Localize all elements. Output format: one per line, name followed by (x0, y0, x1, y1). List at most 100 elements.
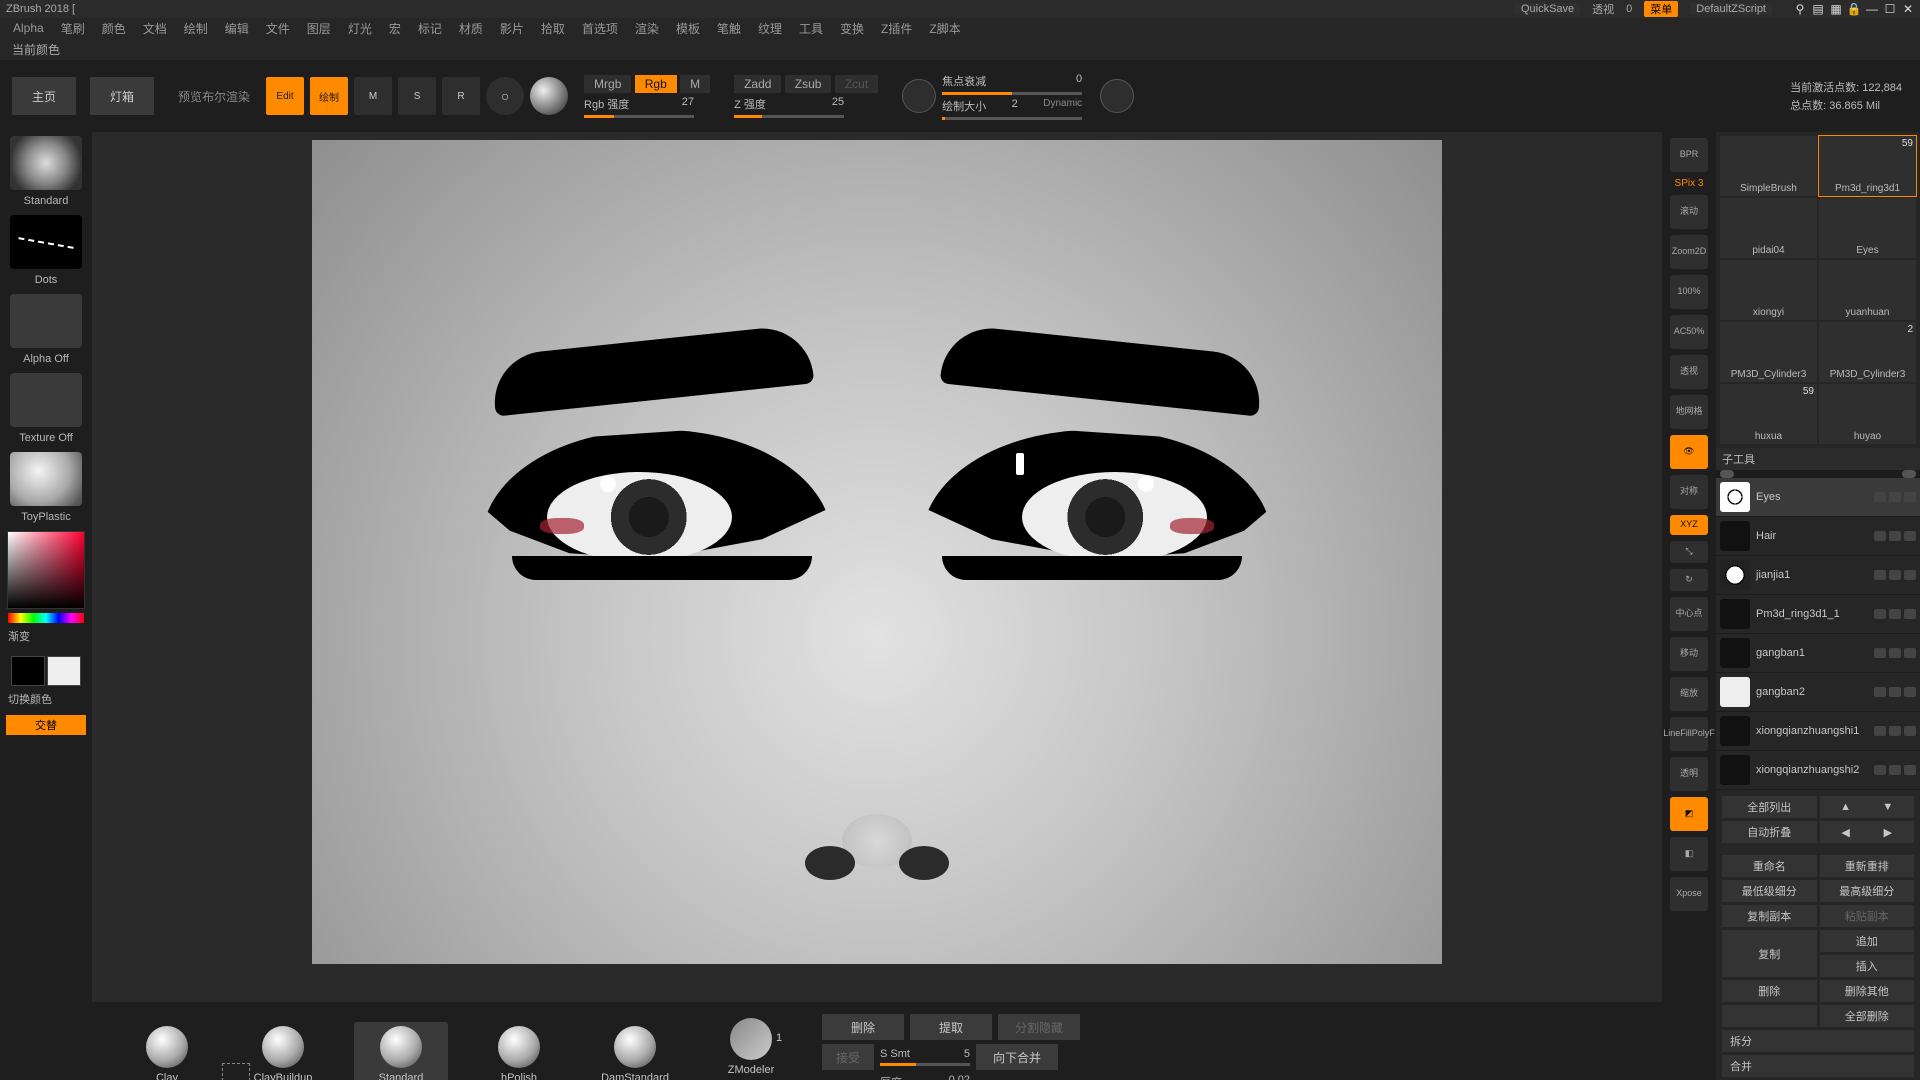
eye-all-icon[interactable] (1720, 470, 1734, 478)
menu-marker[interactable]: 标记 (411, 19, 449, 38)
delete-subtool-button[interactable]: 删除 (1722, 980, 1817, 1002)
subtool-xqzs2[interactable]: xiongqianzhuangshi2 (1716, 751, 1920, 790)
delete-button[interactable]: 删除 (822, 1014, 904, 1040)
brush-clay[interactable]: Clay (122, 1026, 212, 1080)
subtool-header[interactable]: 子工具 (1716, 448, 1920, 470)
dynamesh-button[interactable] (530, 77, 568, 115)
thickness-slider[interactable]: 厚度0.02 (880, 1074, 970, 1080)
rail-xpose[interactable]: Xpose (1670, 877, 1708, 911)
zsub-button[interactable]: Zsub (785, 75, 832, 93)
mrgb-button[interactable]: Mrgb (584, 75, 631, 93)
zadd-button[interactable]: Zadd (734, 75, 781, 93)
duplicate-button[interactable]: 复制副本 (1722, 905, 1817, 927)
menu-tool[interactable]: 工具 (792, 19, 830, 38)
rotate-gizmo-button[interactable]: R (442, 77, 480, 115)
rail-zoom2d[interactable]: Zoom2D (1670, 235, 1708, 269)
menu-zscript[interactable]: Z脚本 (922, 19, 967, 38)
brush-hpolish[interactable]: hPolish (474, 1026, 564, 1080)
rail-scale[interactable]: 缩放 (1670, 677, 1708, 711)
pin-icon[interactable]: ⚲ (1794, 3, 1806, 15)
quicksave-button[interactable]: QuickSave (1515, 3, 1580, 15)
rail-transp[interactable]: 透明 (1670, 757, 1708, 791)
subtool-ring3d1[interactable]: Pm3d_ring3d1_1 (1716, 595, 1920, 634)
menu-stencil[interactable]: 模板 (669, 19, 707, 38)
menu-material[interactable]: 材质 (452, 19, 490, 38)
stroke-thumbnail[interactable] (10, 215, 82, 269)
menu-light[interactable]: 灯光 (341, 19, 379, 38)
subtool-xqzs1[interactable]: xiongqianzhuangshi1 (1716, 712, 1920, 751)
tool-pidai04[interactable]: pidai04 (1720, 198, 1817, 258)
alternate-button[interactable]: 交替 (6, 715, 86, 735)
ssmt-slider[interactable]: S Smt5 (880, 1048, 970, 1066)
menu-draw[interactable]: 绘制 (177, 19, 215, 38)
draw-size-slider[interactable]: 绘制大小2Dynamic (942, 98, 1082, 120)
menu-macro[interactable]: 宏 (382, 19, 408, 38)
brush-zmodeler[interactable]: ZModeler1 (706, 1018, 796, 1080)
brush-damstandard[interactable]: DamStandard (590, 1026, 680, 1080)
all-high-button[interactable]: 最高级细分 (1820, 880, 1915, 902)
brush-standard[interactable]: Standard (354, 1022, 448, 1080)
rail-symmetry[interactable]: 对称 (1670, 475, 1708, 509)
tool-pm3d-ring3d1[interactable]: 59Pm3d_ring3d1 (1819, 136, 1916, 196)
move-updown-1[interactable]: ▲▼ (1820, 796, 1915, 818)
rail-xyz[interactable]: XYZ (1670, 515, 1708, 535)
split-hidden-button[interactable]: 分割隐藏 (998, 1014, 1080, 1040)
tool-huxua[interactable]: 59huxua (1720, 384, 1817, 444)
rail-polyf[interactable]: LineFillPolyF (1670, 717, 1708, 751)
reorder-button[interactable]: 重新重排 (1820, 855, 1915, 877)
tool-cyl3a[interactable]: PM3D_Cylinder3 (1720, 322, 1817, 382)
sculptris-button[interactable]: ○ (486, 77, 524, 115)
rail-actual[interactable]: 100% (1670, 275, 1708, 309)
z-intensity-slider[interactable]: Z 强度25 (734, 96, 844, 118)
tool-cyl3b[interactable]: 2PM3D_Cylinder3 (1819, 322, 1916, 382)
list-all-button[interactable]: 全部列出 (1722, 796, 1817, 818)
layout2-icon[interactable]: ▦ (1830, 3, 1842, 15)
menu-render[interactable]: 渲染 (628, 19, 666, 38)
edit-mode-button[interactable]: Edit (266, 77, 304, 115)
lock-icon[interactable]: 🔒 (1848, 3, 1860, 15)
delete-other-button[interactable]: 删除其他 (1820, 980, 1915, 1002)
all-low-button[interactable]: 最低级细分 (1722, 880, 1817, 902)
primary-color[interactable] (47, 656, 81, 686)
tool-eyes[interactable]: Eyes (1819, 198, 1916, 258)
minimize-icon[interactable]: — (1866, 3, 1878, 15)
material-thumbnail[interactable] (10, 452, 82, 506)
insert-button[interactable]: 插入 (1820, 955, 1915, 977)
copy-button[interactable]: 复制 (1722, 930, 1817, 977)
menu-movie[interactable]: 影片 (493, 19, 531, 38)
rail-frame[interactable]: 中心点 (1670, 597, 1708, 631)
extract-button[interactable]: 提取 (910, 1014, 992, 1040)
menu-layer[interactable]: 图层 (300, 19, 338, 38)
default-zscript[interactable]: DefaultZScript (1690, 3, 1772, 15)
tab-home[interactable]: 主页 (12, 77, 76, 115)
rail-scroll[interactable]: 滚动 (1670, 195, 1708, 229)
brush-thumbnail[interactable] (10, 136, 82, 190)
move-leftright[interactable]: ◀▶ (1820, 821, 1915, 843)
close-icon[interactable]: ✕ (1902, 3, 1914, 15)
rename-button[interactable]: 重命名 (1722, 855, 1817, 877)
select-rect[interactable]: SelectRect (212, 1063, 260, 1080)
menu-file[interactable]: 文件 (259, 19, 297, 38)
hue-slider[interactable] (8, 613, 84, 623)
texture-thumbnail[interactable] (10, 373, 82, 427)
menu-brush[interactable]: 笔刷 (54, 19, 92, 38)
m-button[interactable]: M (680, 75, 710, 93)
menu-document[interactable]: 文档 (136, 19, 174, 38)
rail-unknown2[interactable]: ↻ (1670, 569, 1708, 591)
merge-section[interactable]: 合并 (1722, 1055, 1914, 1077)
rail-localsym[interactable]: 👁 (1670, 435, 1708, 469)
alpha-thumbnail[interactable] (10, 294, 82, 348)
delete-all-button[interactable]: 全部删除 (1820, 1005, 1915, 1027)
accept-button[interactable]: 接受 (822, 1044, 874, 1070)
subtool-gangban2[interactable]: gangban2 (1716, 673, 1920, 712)
secondary-color[interactable] (11, 656, 45, 686)
rgb-button[interactable]: Rgb (635, 75, 677, 93)
menu-zplugin[interactable]: Z插件 (874, 19, 919, 38)
rail-ghost[interactable]: ◩ (1670, 797, 1708, 831)
maximize-icon[interactable]: ☐ (1884, 3, 1896, 15)
tool-huyao[interactable]: huyao (1819, 384, 1916, 444)
paste-button[interactable]: 粘贴副本 (1820, 905, 1915, 927)
focal-shift-slider[interactable]: 焦点衰减0 (942, 73, 1082, 95)
menu-stroke[interactable]: 笔触 (710, 19, 748, 38)
spix-indicator[interactable]: SPix 3 (1675, 178, 1704, 189)
